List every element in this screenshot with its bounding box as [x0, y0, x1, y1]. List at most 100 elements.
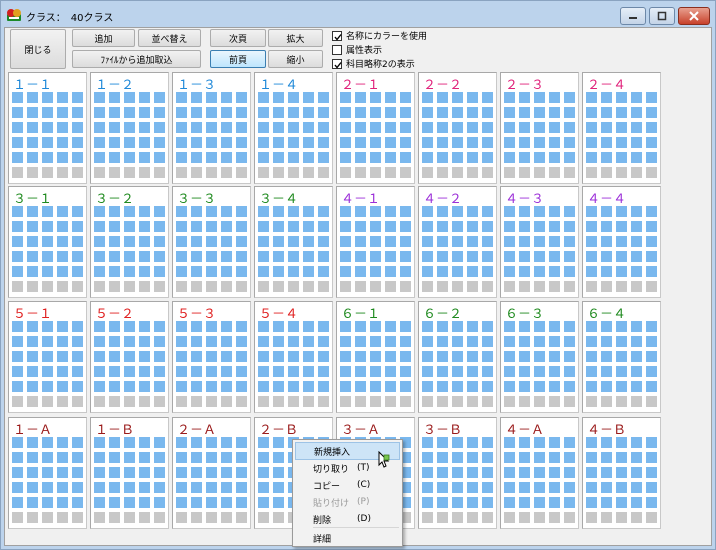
period-cell[interactable]	[154, 482, 165, 493]
period-cell[interactable]	[42, 137, 53, 148]
period-cell[interactable]	[12, 336, 23, 347]
period-cell[interactable]	[288, 221, 299, 232]
period-cell[interactable]	[42, 467, 53, 478]
period-cell[interactable]	[236, 137, 247, 148]
period-cell[interactable]	[340, 167, 351, 178]
period-cell[interactable]	[616, 467, 627, 478]
period-cell[interactable]	[467, 452, 478, 463]
period-cell[interactable]	[586, 452, 597, 463]
period-cell[interactable]	[586, 321, 597, 332]
period-cell[interactable]	[191, 281, 202, 292]
period-cell[interactable]	[94, 266, 105, 277]
period-cell[interactable]	[139, 266, 150, 277]
import-from-file-button[interactable]: ﾌｧｲﾙから追加取込	[72, 50, 201, 68]
period-cell[interactable]	[176, 336, 187, 347]
period-cell[interactable]	[482, 266, 493, 277]
period-cell[interactable]	[303, 266, 314, 277]
period-cell[interactable]	[549, 281, 560, 292]
class-card[interactable]: ６－４	[582, 301, 661, 413]
period-cell[interactable]	[549, 152, 560, 163]
period-cell[interactable]	[94, 122, 105, 133]
period-cell[interactable]	[57, 107, 68, 118]
period-cell[interactable]	[57, 336, 68, 347]
period-cell[interactable]	[191, 437, 202, 448]
period-cell[interactable]	[139, 321, 150, 332]
class-card[interactable]: １－２	[90, 72, 169, 184]
period-cell[interactable]	[452, 467, 463, 478]
class-card[interactable]: １－３	[172, 72, 251, 184]
period-cell[interactable]	[467, 381, 478, 392]
period-cell[interactable]	[422, 167, 433, 178]
period-cell[interactable]	[27, 396, 38, 407]
period-cell[interactable]	[236, 221, 247, 232]
period-cell[interactable]	[482, 482, 493, 493]
period-cell[interactable]	[452, 122, 463, 133]
period-cell[interactable]	[631, 321, 642, 332]
period-cell[interactable]	[12, 351, 23, 362]
period-cell[interactable]	[94, 321, 105, 332]
period-cell[interactable]	[72, 152, 83, 163]
period-cell[interactable]	[109, 452, 120, 463]
period-cell[interactable]	[258, 452, 269, 463]
period-cell[interactable]	[616, 321, 627, 332]
period-cell[interactable]	[564, 236, 575, 247]
period-cell[interactable]	[616, 497, 627, 508]
period-cell[interactable]	[94, 437, 105, 448]
period-cell[interactable]	[42, 236, 53, 247]
period-cell[interactable]	[482, 467, 493, 478]
period-cell[interactable]	[57, 321, 68, 332]
period-cell[interactable]	[288, 351, 299, 362]
period-cell[interactable]	[221, 236, 232, 247]
period-cell[interactable]	[124, 321, 135, 332]
period-cell[interactable]	[601, 251, 612, 262]
period-cell[interactable]	[564, 167, 575, 178]
period-cell[interactable]	[27, 206, 38, 217]
period-cell[interactable]	[504, 381, 515, 392]
period-cell[interactable]	[221, 206, 232, 217]
period-cell[interactable]	[519, 152, 530, 163]
period-cell[interactable]	[27, 92, 38, 103]
period-cell[interactable]	[400, 107, 411, 118]
period-cell[interactable]	[42, 482, 53, 493]
period-cell[interactable]	[467, 107, 478, 118]
period-cell[interactable]	[57, 512, 68, 523]
period-cell[interactable]	[72, 512, 83, 523]
period-cell[interactable]	[519, 497, 530, 508]
period-cell[interactable]	[258, 266, 269, 277]
period-cell[interactable]	[72, 396, 83, 407]
class-card[interactable]: ２－１	[336, 72, 415, 184]
period-cell[interactable]	[42, 122, 53, 133]
period-cell[interactable]	[586, 236, 597, 247]
period-cell[interactable]	[191, 167, 202, 178]
period-cell[interactable]	[586, 281, 597, 292]
period-cell[interactable]	[176, 236, 187, 247]
period-cell[interactable]	[206, 512, 217, 523]
period-cell[interactable]	[422, 321, 433, 332]
period-cell[interactable]	[191, 381, 202, 392]
period-cell[interactable]	[437, 381, 448, 392]
period-cell[interactable]	[236, 437, 247, 448]
period-cell[interactable]	[42, 351, 53, 362]
period-cell[interactable]	[646, 336, 657, 347]
period-cell[interactable]	[437, 321, 448, 332]
period-cell[interactable]	[370, 381, 381, 392]
class-card[interactable]: ４－１	[336, 186, 415, 298]
period-cell[interactable]	[422, 396, 433, 407]
period-cell[interactable]	[564, 122, 575, 133]
period-cell[interactable]	[452, 251, 463, 262]
period-cell[interactable]	[124, 266, 135, 277]
period-cell[interactable]	[154, 321, 165, 332]
period-cell[interactable]	[221, 107, 232, 118]
period-cell[interactable]	[206, 467, 217, 478]
period-cell[interactable]	[482, 167, 493, 178]
period-cell[interactable]	[534, 467, 545, 478]
period-cell[interactable]	[12, 321, 23, 332]
period-cell[interactable]	[422, 236, 433, 247]
period-cell[interactable]	[601, 167, 612, 178]
period-cell[interactable]	[236, 266, 247, 277]
period-cell[interactable]	[422, 381, 433, 392]
period-cell[interactable]	[646, 281, 657, 292]
period-cell[interactable]	[12, 437, 23, 448]
period-cell[interactable]	[221, 512, 232, 523]
period-cell[interactable]	[631, 482, 642, 493]
